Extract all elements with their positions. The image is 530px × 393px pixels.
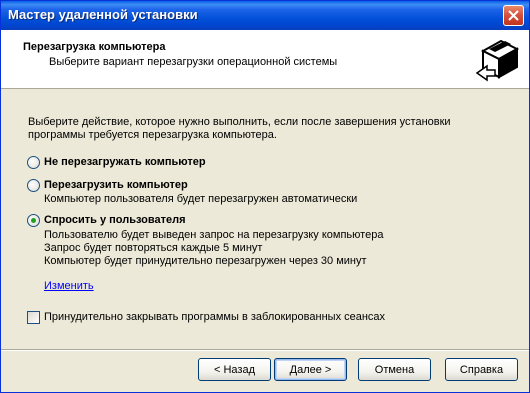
button-separator	[1, 349, 529, 351]
force-close-label[interactable]: Принудительно закрывать программы в забл…	[44, 311, 385, 323]
next-button[interactable]: Далее >	[274, 358, 347, 381]
radio-no-restart[interactable]	[27, 156, 40, 169]
computer-box-icon	[473, 33, 523, 83]
cancel-button[interactable]: Отмена	[358, 358, 431, 381]
wizard-header: Перезагрузка компьютера Выберите вариант…	[1, 30, 529, 89]
radio-ask-user[interactable]	[27, 214, 40, 227]
help-button[interactable]: Справка	[445, 358, 518, 381]
close-button[interactable]	[503, 5, 524, 26]
close-icon	[508, 10, 519, 21]
option-description: Запрос будет повторяться каждые 5 минут	[44, 242, 263, 254]
radio-restart[interactable]	[27, 179, 40, 192]
intro-text: Выберите действие, которое нужно выполни…	[28, 116, 451, 141]
option-label[interactable]: Спросить у пользователя	[44, 214, 186, 226]
option-description: Компьютер пользователя будет перезагруже…	[44, 193, 358, 205]
title-bar[interactable]: Мастер удаленной установки	[1, 1, 529, 30]
change-link[interactable]: Изменить	[44, 280, 94, 292]
back-button[interactable]: < Назад	[198, 358, 271, 381]
option-label[interactable]: Не перезагружать компьютер	[44, 156, 206, 168]
window-title: Мастер удаленной установки	[8, 7, 198, 22]
force-close-checkbox[interactable]	[27, 311, 40, 324]
header-subtitle: Выберите вариант перезагрузки операционн…	[49, 56, 338, 68]
option-description: Компьютер будет принудительно перезагруж…	[44, 255, 367, 267]
option-label[interactable]: Перезагрузить компьютер	[44, 179, 188, 191]
wizard-window: Мастер удаленной установки Перезагрузка …	[0, 0, 530, 393]
header-title: Перезагрузка компьютера	[23, 41, 166, 53]
option-description: Пользователю будет выведен запрос на пер…	[44, 229, 384, 241]
wizard-body: Выберите действие, которое нужно выполни…	[1, 90, 529, 350]
